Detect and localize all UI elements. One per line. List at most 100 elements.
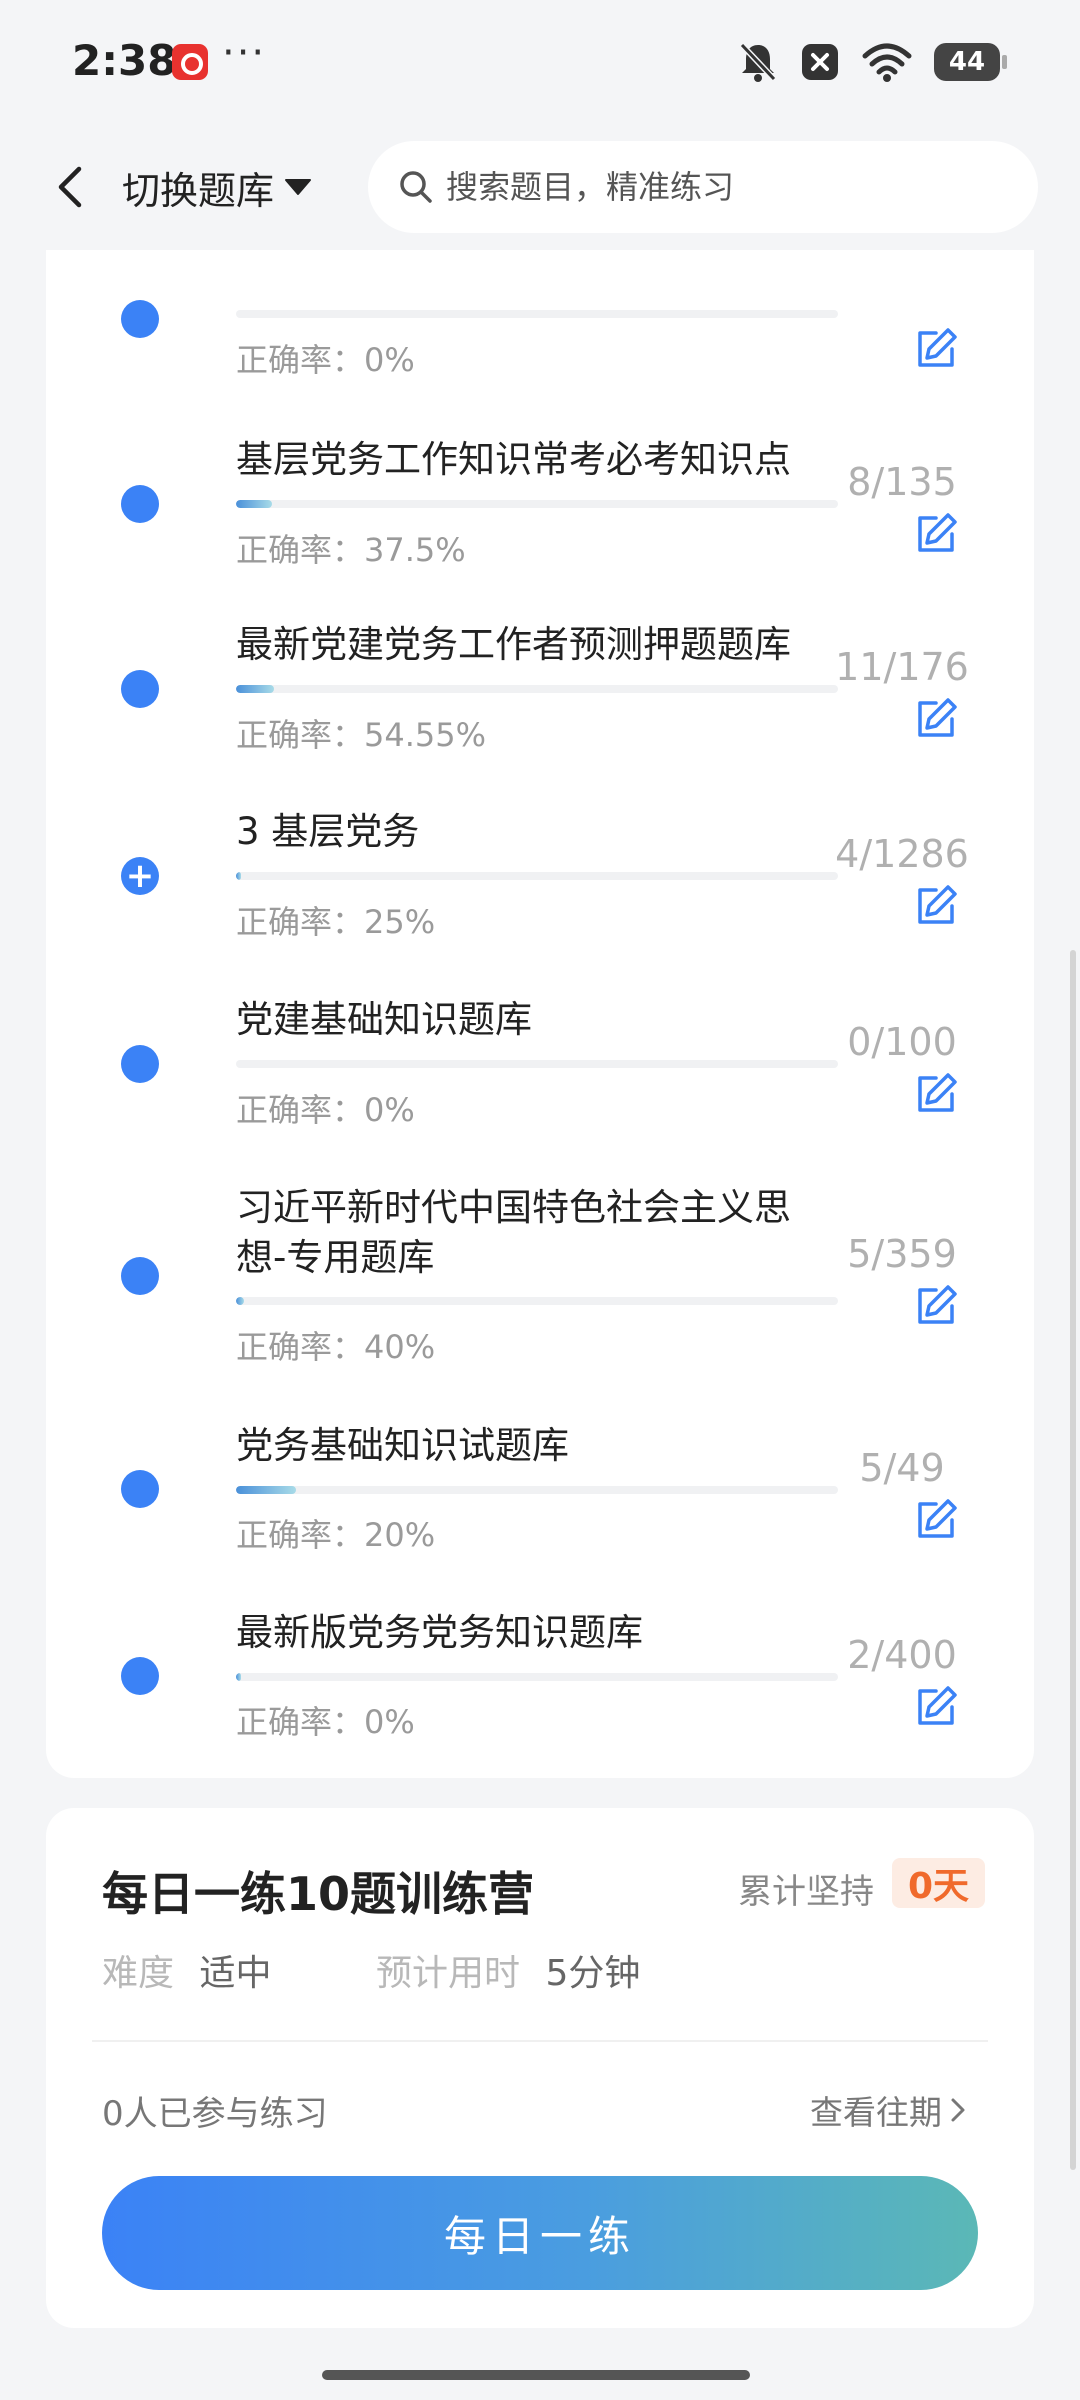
more-notifications-icon: ···: [222, 30, 267, 76]
accuracy-value: 0%: [364, 1091, 415, 1129]
accuracy-text: 正确率：20%: [236, 1510, 435, 1556]
daily-practice-card: 每日一练10题训练营 累计坚持 0天 难度 适中 预计用时 5分钟 0人已参与练…: [46, 1808, 1034, 2328]
accuracy-label: 正确率：: [236, 1328, 365, 1366]
wifi-icon: [862, 43, 912, 82]
accuracy-text: 正确率：54.55%: [236, 710, 486, 756]
accuracy-value: 25%: [364, 903, 436, 941]
progress-fill: [236, 872, 241, 880]
close-box-icon: [802, 44, 838, 80]
edit-practice-icon[interactable]: [912, 1496, 960, 1544]
expand-plus-icon[interactable]: +: [121, 857, 159, 895]
progress-fill: [236, 685, 274, 693]
progress-bar: [236, 1297, 838, 1305]
status-bar: 2:38 ··· 44: [0, 0, 1080, 125]
bank-dot-icon: [121, 300, 159, 338]
accuracy-label: 正确率：: [236, 1091, 365, 1129]
home-indicator[interactable]: [322, 2370, 750, 2380]
progress-bar: [236, 1486, 838, 1494]
progress-bar: [236, 1060, 838, 1068]
chevron-right-icon: [951, 2098, 965, 2122]
accuracy-label: 正确率：: [236, 1703, 365, 1741]
daily-practice-button[interactable]: 每日一练: [102, 2176, 978, 2290]
bank-dot-icon: [121, 1257, 159, 1295]
accuracy-value: 0%: [364, 1703, 415, 1741]
accuracy-value: 0%: [364, 341, 415, 379]
caret-down-icon: [285, 179, 312, 195]
progress-fill: [236, 1673, 241, 1681]
battery-icon: 44: [934, 43, 1007, 81]
accuracy-label: 正确率：: [236, 903, 365, 941]
accuracy-label: 正确率：: [236, 531, 365, 569]
bank-dot-icon: [121, 670, 159, 708]
bank-dot-icon: [121, 485, 159, 523]
progress-count: 8/135: [847, 460, 957, 504]
bank-title: 最新党建党务工作者预测押题题库: [236, 623, 791, 666]
accuracy-value: 20%: [364, 1516, 436, 1554]
persist-days-label: 累计坚持: [738, 1872, 874, 1912]
persist-days-badge: 0天: [892, 1858, 986, 1908]
edit-practice-icon[interactable]: [912, 695, 960, 743]
progress-count: 2/400: [847, 1633, 957, 1677]
accuracy-value: 54.55%: [364, 716, 487, 754]
search-icon: [400, 171, 432, 203]
question-bank-list: 正确率：0% 基层党务工作知识常考必考知识点 正确率：37.5% 8/135 最新党建党…: [46, 190, 1034, 1778]
progress-bar: [236, 872, 838, 880]
estimated-time-info: 预计用时 5分钟: [376, 1944, 640, 1996]
bank-dot-icon: [121, 1045, 159, 1083]
edit-practice-icon[interactable]: [912, 882, 960, 930]
accuracy-label: 正确率：: [236, 341, 365, 379]
netease-music-icon: [172, 44, 208, 80]
switch-bank-label: 切换题库: [122, 168, 275, 213]
progress-fill: [236, 1486, 297, 1494]
edit-practice-icon[interactable]: [912, 510, 960, 558]
progress-count: 5/49: [859, 1446, 945, 1490]
participants-count: 0人已参与练习: [102, 2094, 328, 2134]
accuracy-text: 正确率：25%: [236, 897, 435, 943]
bell-muted-icon: [739, 42, 777, 82]
accuracy-text: 正确率：0%: [236, 1697, 415, 1743]
scrollbar[interactable]: [1070, 950, 1076, 2170]
progress-bar: [236, 685, 838, 693]
progress-bar: [236, 310, 838, 318]
estimated-time-value: 5分钟: [545, 1953, 641, 1994]
accuracy-label: 正确率：: [236, 716, 365, 754]
edit-practice-icon[interactable]: [912, 1070, 960, 1118]
bank-title: 党务基础知识试题库: [236, 1424, 569, 1467]
status-time: 2:38: [72, 36, 177, 85]
progress-bar: [236, 1673, 838, 1681]
bank-title: 最新版党务党务知识题库: [236, 1611, 643, 1654]
progress-count: 5/359: [847, 1232, 957, 1276]
search-bar[interactable]: [368, 141, 1038, 233]
bank-title: 基层党务工作知识常考必考知识点: [236, 438, 791, 481]
difficulty-info: 难度 适中: [102, 1944, 271, 1996]
edit-practice-icon[interactable]: [912, 1282, 960, 1330]
view-history-link[interactable]: 查看往期: [810, 2086, 966, 2134]
progress-count: 11/176: [835, 645, 969, 689]
progress-fill: [236, 500, 273, 508]
back-button[interactable]: [40, 157, 100, 217]
edit-practice-icon[interactable]: [912, 1683, 960, 1731]
bank-title: 3 基层党务: [236, 810, 420, 853]
accuracy-text: 正确率：37.5%: [236, 525, 466, 571]
accuracy-value: 37.5%: [364, 531, 466, 569]
progress-bar: [236, 500, 838, 508]
bank-title: 习近平新时代中国特色社会主义思想-专用题库: [236, 1186, 791, 1279]
edit-practice-icon[interactable]: [912, 325, 960, 373]
bank-dot-icon: [121, 1657, 159, 1695]
difficulty-value: 适中: [199, 1953, 272, 1994]
view-history-label: 查看往期: [810, 2093, 942, 2132]
search-input[interactable]: [446, 168, 1006, 206]
progress-count: 4/1286: [835, 832, 969, 876]
difficulty-label: 难度: [102, 1953, 175, 1994]
accuracy-label: 正确率：: [236, 1516, 365, 1554]
progress-count: 0/100: [847, 1020, 957, 1064]
daily-practice-title: 每日一练10题训练营: [102, 1867, 535, 1921]
switch-bank-dropdown[interactable]: 切换题库: [122, 155, 312, 219]
accuracy-text: 正确率：0%: [236, 1085, 415, 1131]
bank-dot-icon: [121, 1470, 159, 1508]
estimated-time-label: 预计用时: [376, 1953, 521, 1994]
accuracy-value: 40%: [364, 1328, 436, 1366]
accuracy-text: 正确率：40%: [236, 1322, 435, 1368]
bank-title: 党建基础知识题库: [236, 998, 532, 1041]
progress-fill: [236, 1297, 245, 1305]
